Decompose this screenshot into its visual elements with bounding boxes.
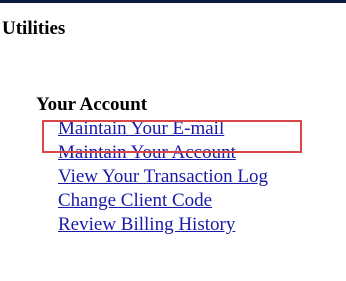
maintain-account-link[interactable]: Maintain Your Account — [58, 142, 236, 163]
top-divider — [0, 0, 346, 3]
your-account-heading: Your Account — [36, 94, 148, 115]
your-account-section: Your Account Maintain Your E-mail Mainta… — [36, 93, 268, 237]
list-item: Maintain Your E-mail — [58, 117, 268, 141]
maintain-email-link[interactable]: Maintain Your E-mail — [58, 118, 224, 139]
section-title: Utilities — [2, 18, 66, 39]
list-item: View Your Transaction Log — [58, 165, 268, 189]
review-billing-history-link[interactable]: Review Billing History — [58, 214, 235, 235]
change-client-code-link[interactable]: Change Client Code — [58, 190, 212, 211]
list-item: Change Client Code — [58, 189, 268, 213]
list-item: Review Billing History — [58, 213, 268, 237]
view-transaction-log-link[interactable]: View Your Transaction Log — [58, 166, 268, 187]
list-item: Maintain Your Account — [58, 141, 268, 165]
account-links-list: Maintain Your E-mail Maintain Your Accou… — [36, 117, 268, 237]
